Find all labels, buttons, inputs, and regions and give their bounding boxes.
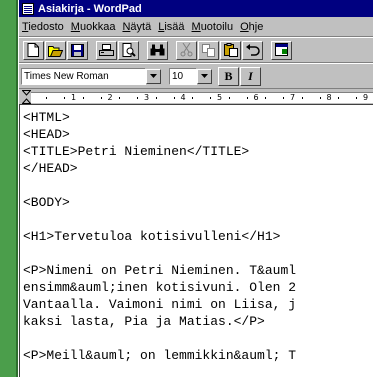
ruler-tick: [210, 97, 212, 99]
ruler-number: 3: [143, 93, 150, 102]
format-toolbar: Times New Roman 10 B I: [19, 63, 373, 89]
document-line: kaksi lasta, Pia ja Matias.</P>: [23, 314, 265, 329]
ruler-tick: [64, 97, 66, 99]
ruler-tick: [265, 97, 267, 99]
italic-button[interactable]: I: [240, 66, 261, 86]
ruler-tick: [301, 97, 303, 99]
document-line: <H1>Tervetuloa kotisivulleni</H1>: [23, 229, 281, 244]
font-name-value: Times New Roman: [24, 70, 109, 82]
wordpad-app-icon[interactable]: [22, 2, 34, 15]
menu-lisaa[interactable]: Lisää: [158, 21, 184, 33]
window-title: Asiakirja - WordPad: [38, 2, 142, 15]
ruler-tick: [228, 97, 230, 99]
ruler-tick: [356, 97, 358, 99]
ruler-number: 7: [289, 93, 296, 102]
paste-icon: [223, 43, 238, 57]
document-line: <HEAD>: [23, 127, 70, 142]
document-line: ensimm&auml;inen kotisivuni. Olen 2: [23, 280, 297, 295]
ruler-tick: [46, 97, 48, 99]
open-icon: [48, 45, 63, 57]
ruler-tick: [192, 97, 194, 99]
chevron-down-icon: [201, 74, 208, 78]
menu-ohje[interactable]: Ohje: [240, 21, 263, 33]
ruler-tick: [283, 97, 285, 99]
ruler-tick: [82, 97, 84, 99]
document-line: <P>Nimeni on Petri Nieminen. T&auml: [23, 263, 297, 278]
ruler-number: 2: [107, 93, 113, 102]
ruler-tick: [319, 97, 321, 99]
cut-button[interactable]: [176, 40, 197, 60]
ruler-number: 5: [216, 93, 223, 102]
ruler-number: 1: [70, 93, 77, 102]
document-line: Vantaalla. Vaimoni nimi on Liisa, j: [23, 297, 297, 312]
font-size-dropdown-button[interactable]: [197, 68, 212, 84]
copy-icon: [201, 43, 215, 57]
save-icon: [71, 43, 84, 57]
ruler-tick: [173, 97, 175, 99]
menu-nayta[interactable]: Näytä: [122, 21, 151, 33]
menu-bar: Tiedosto Muokkaa Näytä Lisää Muotoilu Oh…: [19, 17, 373, 37]
menu-tiedosto[interactable]: Tiedosto: [22, 21, 64, 33]
print-button[interactable]: [96, 40, 117, 60]
ruler-number: 6: [253, 93, 259, 102]
document-line: <TITLE>Petri Nieminen</TITLE>: [23, 144, 250, 159]
desktop-background: [0, 0, 18, 377]
bold-button[interactable]: B: [218, 66, 239, 86]
new-button[interactable]: [23, 40, 44, 60]
ruler-scale: 1 2 3 4 5 6 7 8 9: [31, 92, 373, 103]
title-bar[interactable]: Asiakirja - WordPad: [19, 0, 373, 17]
font-size-select[interactable]: 10: [169, 67, 197, 85]
document-area[interactable]: <HTML> <HEAD> <TITLE>Petri Nieminen</TITLE…: [19, 104, 373, 377]
find-button[interactable]: [147, 40, 168, 60]
menu-muotoilu[interactable]: Muotoilu: [192, 21, 234, 33]
document-line: <P>Meill&auml; on lemmikkin&auml; T: [23, 348, 297, 363]
ruler-tick: [100, 97, 102, 99]
save-button[interactable]: [67, 40, 88, 60]
wordpad-window: Asiakirja - WordPad Tiedosto Muokkaa Näy…: [18, 0, 373, 377]
find-icon: [150, 44, 165, 56]
insert-datetime-button[interactable]: [271, 40, 292, 60]
cut-icon: [180, 43, 193, 57]
ruler-tick: [246, 97, 248, 99]
indent-marker-icon[interactable]: [22, 90, 31, 104]
ruler-number: 8: [326, 93, 332, 102]
print-preview-button[interactable]: [118, 40, 139, 60]
ruler-tick: [155, 97, 157, 99]
standard-toolbar: [19, 37, 373, 63]
ruler-tick: [137, 97, 139, 99]
print-icon: [99, 43, 114, 56]
font-name-dropdown-button[interactable]: [146, 68, 161, 84]
ruler-number: 4: [180, 93, 186, 102]
new-icon: [27, 43, 39, 57]
insert-datetime-icon: [274, 43, 288, 56]
undo-icon: [245, 44, 260, 56]
ruler-number: 9: [362, 93, 369, 102]
ruler-tick: [119, 97, 121, 99]
menu-muokkaa[interactable]: Muokkaa: [71, 21, 116, 33]
font-name-select[interactable]: Times New Roman: [21, 67, 146, 85]
paste-button[interactable]: [220, 40, 241, 60]
document-line: </HEAD>: [23, 161, 78, 176]
document-line: <BODY>: [23, 195, 70, 210]
print-preview-icon: [122, 43, 136, 57]
document-line: <HTML>: [23, 110, 70, 125]
copy-button[interactable]: [198, 40, 219, 60]
open-button[interactable]: [45, 40, 66, 60]
chevron-down-icon: [150, 74, 157, 78]
ruler-tick: [338, 97, 340, 99]
undo-button[interactable]: [242, 40, 263, 60]
font-size-value: 10: [172, 70, 184, 82]
